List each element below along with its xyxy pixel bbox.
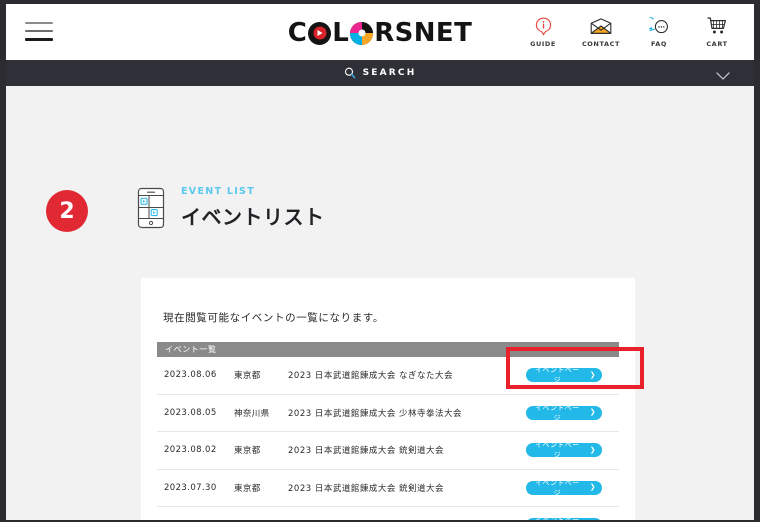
event-page-button[interactable]: イベントページ ❯ (526, 515, 602, 520)
event-name: 2023 日本武道館錬成大会 銃剣道大会 (288, 446, 445, 457)
header-util-guide[interactable]: GUIDE (522, 14, 564, 48)
event-page-button[interactable]: イベントページ ❯ (526, 403, 602, 422)
event-date: 2023.08.05 (164, 407, 217, 418)
page-heading-text: EVENT LIST イベントリスト (181, 186, 325, 230)
event-table-header: イベント一覧 (157, 342, 619, 357)
faq-bubble-icon (638, 14, 680, 38)
logo-text-rsnet: RSNET (374, 18, 473, 48)
search-label: SEARCH (362, 68, 417, 78)
chevron-right-icon: ❯ (589, 408, 596, 417)
page-heading: EVENT LIST イベントリスト (137, 186, 325, 230)
event-name: 2023 日本武道館錬成大会 少林寺拳法大会 (288, 408, 463, 419)
table-row[interactable]: 2023.07.30 東京都 2023 日本武道館錬成大会 銃剣道大会 イベント… (157, 470, 619, 507)
event-page-button[interactable]: イベントページ ❯ (526, 478, 602, 497)
chevron-right-icon: ❯ (589, 445, 596, 454)
event-action-cell: イベントページ ❯ (509, 366, 619, 385)
event-action-cell: イベントページ ❯ (509, 478, 619, 497)
event-page-button[interactable]: イベントページ ❯ (526, 441, 602, 460)
magnifier-icon (344, 67, 356, 79)
event-action-cell: イベントページ ❯ (509, 441, 619, 460)
event-prefecture: 東京都 (234, 446, 261, 457)
logo-text-l: L (332, 18, 350, 48)
table-row[interactable]: 2023.08.05 神奈川県 2023 日本武道館錬成大会 少林寺拳法大会 イ… (157, 395, 619, 432)
event-page-button[interactable]: イベントページ ❯ (526, 366, 602, 385)
logo-text-c: C (287, 18, 308, 48)
guide-info-icon (522, 14, 564, 38)
shopping-cart-icon (696, 14, 738, 38)
card-description: 現在閲覧可能なイベントの一覧になります。 (163, 312, 384, 324)
header-util-contact-label: CONTACT (581, 40, 621, 48)
smartphone-video-icon (137, 187, 165, 229)
header-util-guide-label: GUIDE (530, 40, 556, 48)
step-badge: 2 (46, 190, 88, 232)
chevron-right-icon: ❯ (589, 483, 596, 492)
table-row[interactable]: 2023.08.06 東京都 2023 日本武道館錬成大会 なぎなた大会 イベン… (157, 357, 619, 395)
page-frame: C L RSNET GUIDE CONTACT FAQ CART SEARCH … (6, 4, 754, 520)
event-page-button-label: イベントページ (535, 441, 580, 460)
event-table: 2023.08.06 東京都 2023 日本武道館錬成大会 なぎなた大会 イベン… (157, 357, 619, 520)
event-date: 2023.07.30 (164, 482, 217, 493)
event-name: 2023 日本武道館錬成大会 銃剣道大会 (288, 483, 445, 494)
event-prefecture: 東京都 (234, 483, 261, 494)
search-bar[interactable]: SEARCH (6, 60, 754, 86)
aperture-play-icon (308, 21, 332, 45)
page-eyebrow: EVENT LIST (181, 186, 255, 197)
event-action-cell: イベントページ ❯ (509, 515, 619, 520)
event-page-button-label: イベントページ (535, 366, 580, 385)
site-header: C L RSNET GUIDE CONTACT FAQ CART (6, 4, 754, 60)
header-util-faq[interactable]: FAQ (638, 14, 680, 48)
header-util-faq-label: FAQ (650, 40, 668, 48)
event-page-button-label: イベントページ (535, 403, 580, 422)
chevron-right-icon: ❯ (589, 370, 596, 379)
header-utility-nav: GUIDE CONTACT FAQ CART (522, 14, 738, 48)
event-prefecture: 東京都 (234, 519, 288, 520)
chevron-down-icon[interactable] (716, 68, 730, 86)
event-prefecture: 東京都 (234, 371, 261, 382)
header-util-cart-label: CART (706, 40, 728, 48)
aperture-color-icon (350, 21, 374, 45)
event-prefecture: 神奈川県 (234, 408, 270, 419)
event-page-button-label: イベントページ (532, 515, 583, 520)
table-row[interactable]: 2023.08.02 東京都 2023 日本武道館錬成大会 銃剣道大会 イベント… (157, 432, 619, 470)
header-util-contact[interactable]: CONTACT (580, 14, 622, 48)
table-row[interactable]: 2023.07.29 東京都 2023 日本武道館錬成大会 空手道大会 イベント… (157, 507, 619, 520)
page-title: イベントリスト (181, 205, 325, 229)
event-list-card: 現在閲覧可能なイベントの一覧になります。 イベント一覧 2023.08.06 東… (141, 278, 635, 520)
event-name: 2023 日本武道館錬成大会 なぎなた大会 (288, 371, 454, 382)
event-page-button-label: イベントページ (535, 478, 580, 497)
event-action-cell: イベントページ ❯ (509, 403, 619, 422)
header-util-cart[interactable]: CART (696, 14, 738, 48)
event-date: 2023.08.02 (164, 445, 217, 456)
envelope-icon (580, 14, 622, 38)
event-name: 2023 日本武道館錬成大会 空手道大会 (288, 519, 509, 520)
event-date: 2023.08.06 (164, 370, 217, 381)
main-content: 2 EVENT LIST イベントリスト 現在閲覧可能なイベントの一覧になります… (6, 86, 754, 520)
